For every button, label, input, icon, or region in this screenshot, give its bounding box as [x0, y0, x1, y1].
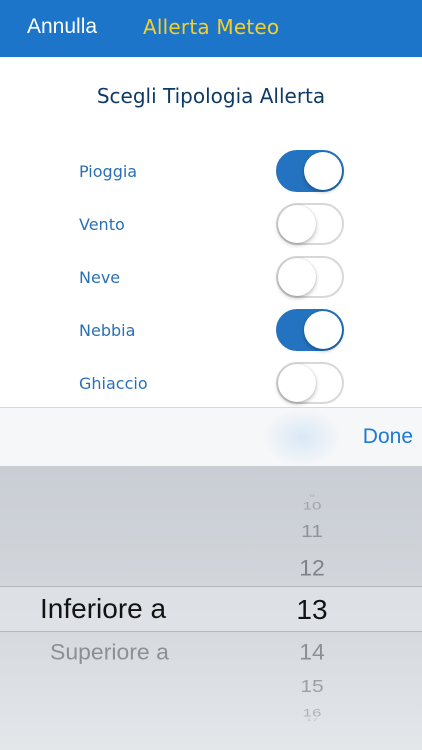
switch-knob — [278, 258, 316, 296]
toggle-row-pioggia: Pioggia — [0, 150, 422, 200]
switch-pioggia[interactable] — [276, 150, 344, 192]
toggle-label-vento: Vento — [79, 215, 125, 234]
picker-number-option[interactable]: 10 — [282, 500, 342, 513]
switch-knob — [304, 311, 342, 349]
switch-knob — [278, 364, 316, 402]
toggle-label-ghiaccio: Ghiaccio — [79, 374, 148, 393]
toggle-label-nebbia: Nebbia — [79, 321, 136, 340]
picker-number-option[interactable]: 11 — [282, 522, 342, 542]
nav-bar: Annulla Allerta Meteo — [0, 0, 422, 57]
picker-number-option[interactable]: 15 — [282, 677, 342, 697]
toolbar-highlight — [262, 408, 342, 467]
picker-number-option[interactable]: 9 — [282, 494, 342, 498]
cancel-button[interactable]: Annulla — [27, 15, 97, 39]
picker-toolbar: Done — [0, 407, 422, 467]
picker-condition-selected[interactable]: Inferiore a — [40, 593, 166, 625]
switch-knob — [278, 205, 316, 243]
toggle-row-vento: Vento — [0, 203, 422, 253]
toggle-label-neve: Neve — [79, 268, 121, 287]
toggle-row-nebbia: Nebbia — [0, 309, 422, 359]
picker-number-option[interactable]: 17 — [282, 718, 342, 722]
switch-neve[interactable] — [276, 256, 344, 298]
toggle-row-neve: Neve — [0, 256, 422, 306]
screen: Annulla Allerta Meteo Scegli Tipologia A… — [0, 0, 422, 750]
done-button[interactable]: Done — [363, 425, 413, 449]
switch-vento[interactable] — [276, 203, 344, 245]
section-title: Scegli Tipologia Allerta — [96, 84, 326, 108]
toggle-label-pioggia: Pioggia — [79, 162, 138, 181]
switch-knob — [304, 152, 342, 190]
toggle-row-ghiaccio: Ghiaccio — [0, 362, 422, 412]
picker-condition-option[interactable]: Superiore a — [50, 640, 169, 666]
picker-number-option[interactable]: 14 — [282, 640, 342, 666]
switch-ghiaccio[interactable] — [276, 362, 344, 404]
switch-nebbia[interactable] — [276, 309, 344, 351]
picker-number-option[interactable]: 12 — [282, 556, 342, 582]
nav-title: Allerta Meteo — [143, 15, 280, 39]
picker-wheel[interactable]: Inferiore a Superiore a 9 10 11 12 13 14… — [0, 466, 422, 750]
picker-number-selected[interactable]: 13 — [282, 594, 342, 626]
